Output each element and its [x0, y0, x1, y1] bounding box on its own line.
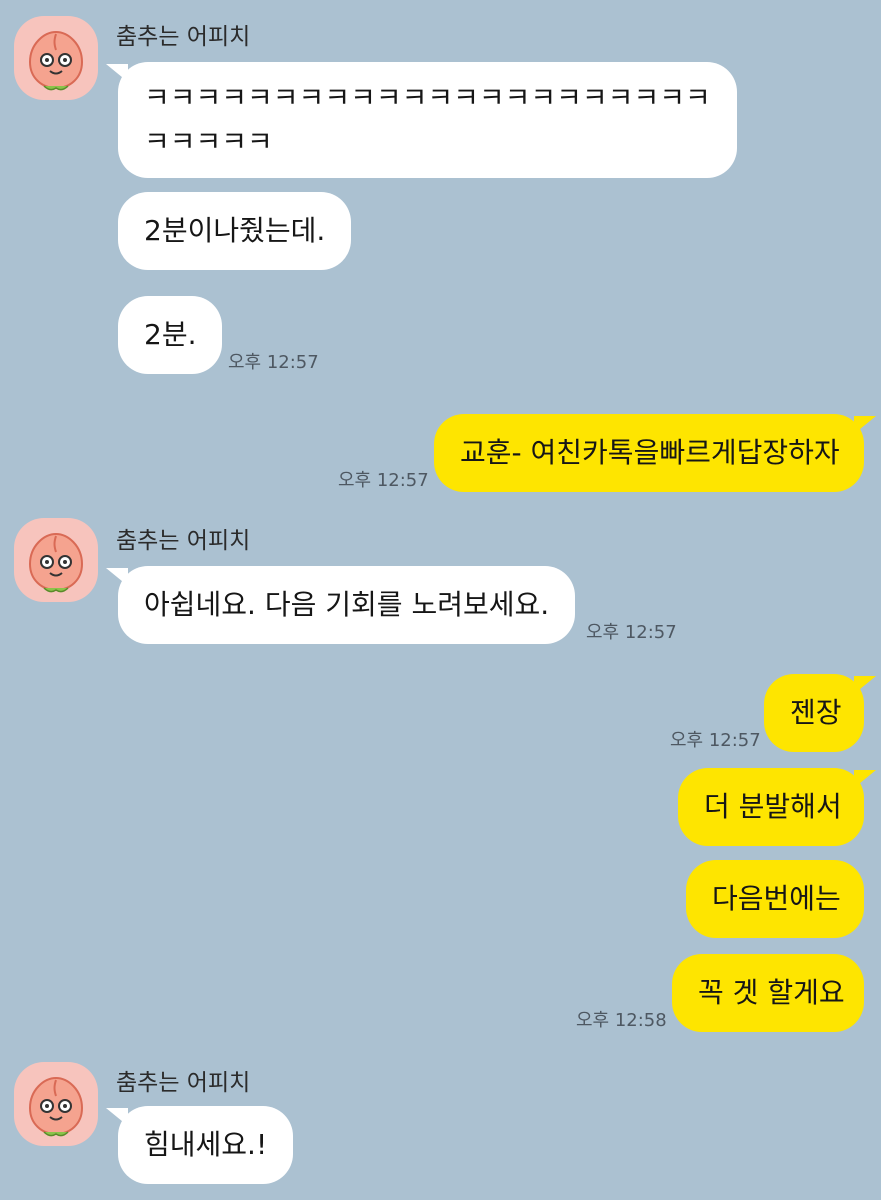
outgoing-message-bubble[interactable]: 교훈- 여친카톡을빠르게답장하자 — [434, 414, 876, 492]
message-text: 다음번에는 — [712, 882, 841, 915]
message-text: 젠장 — [790, 696, 842, 729]
incoming-message-bubble[interactable]: 아쉽네요. 다음 기회를 노려보세요. — [105, 566, 576, 644]
message-timestamp: 오후 12:57 — [338, 470, 429, 491]
message-text: ㅋㅋㅋㅋㅋ — [144, 125, 273, 158]
apeach-character-icon — [28, 532, 84, 593]
outgoing-message-bubble[interactable]: 꼭 겟 할게요 — [672, 954, 864, 1032]
profile-avatar[interactable] — [14, 518, 98, 602]
incoming-message-bubble[interactable]: 힘내세요.! — [105, 1106, 294, 1184]
message-text: 교훈- 여친카톡을빠르게답장하자 — [460, 436, 840, 469]
sender-name: 춤추는 어피치 — [116, 1070, 251, 1096]
incoming-message-bubble[interactable]: ㅋㅋㅋㅋㅋㅋㅋㅋㅋㅋㅋㅋㅋㅋㅋㅋㅋㅋㅋㅋㅋㅋ ㅋㅋㅋㅋㅋ — [106, 62, 737, 178]
message-text: 2분. — [144, 318, 197, 351]
outgoing-message-bubble[interactable]: 더 분발해서 — [678, 768, 876, 846]
message-text: 힘내세요.! — [144, 1128, 268, 1161]
message-timestamp: 오후 12:57 — [586, 622, 677, 643]
outgoing-message-bubble[interactable]: 젠장 — [764, 674, 876, 752]
incoming-message-bubble[interactable]: 2분. — [118, 296, 223, 374]
message-text: 더 분발해서 — [704, 790, 842, 823]
sender-name: 춤추는 어피치 — [116, 24, 251, 50]
incoming-message-bubble[interactable]: 2분이나줬는데. — [118, 192, 352, 270]
message-text: 꼭 겟 할게요 — [698, 976, 845, 1009]
message-text: 2분이나줬는데. — [144, 214, 326, 247]
message-text: ㅋㅋㅋㅋㅋㅋㅋㅋㅋㅋㅋㅋㅋㅋㅋㅋㅋㅋㅋㅋㅋㅋ — [144, 81, 711, 114]
message-timestamp: 오후 12:57 — [670, 730, 761, 751]
profile-avatar[interactable] — [14, 1062, 98, 1146]
apeach-character-icon — [28, 1076, 84, 1137]
message-timestamp: 오후 12:57 — [228, 352, 319, 373]
message-timestamp: 오후 12:58 — [576, 1010, 667, 1031]
outgoing-message-bubble[interactable]: 다음번에는 — [686, 860, 864, 938]
sender-name: 춤추는 어피치 — [116, 528, 251, 554]
message-text: 아쉽네요. 다음 기회를 노려보세요. — [144, 588, 550, 621]
profile-avatar[interactable] — [14, 16, 98, 100]
apeach-character-icon — [28, 30, 84, 91]
